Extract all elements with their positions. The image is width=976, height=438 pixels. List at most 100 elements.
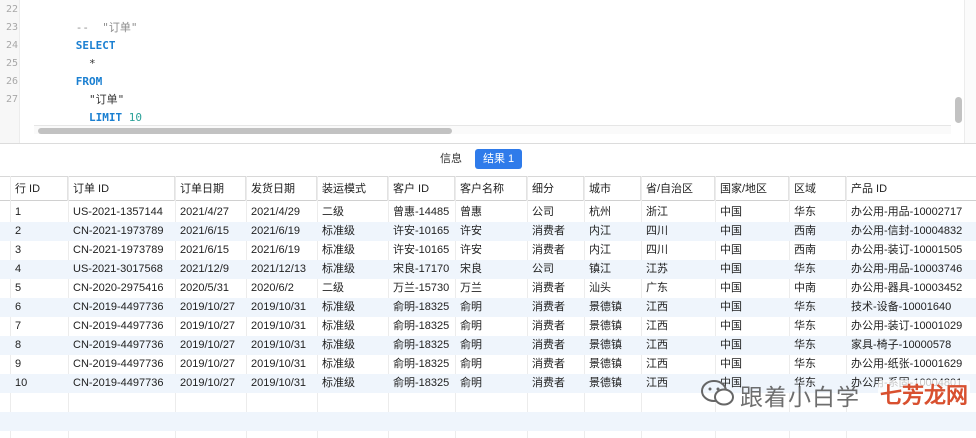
cell-ship-date[interactable]: 2020/6/2 [246, 279, 317, 298]
cell-order-id[interactable]: CN-2019-4497736 [68, 374, 175, 393]
cell-city[interactable]: 杭州 [584, 203, 641, 222]
cell-order-id[interactable]: CN-2020-2975416 [68, 279, 175, 298]
cell-country[interactable]: 中国 [715, 222, 789, 241]
cell-segment[interactable]: 消费者 [527, 279, 584, 298]
cell-order-id[interactable]: CN-2019-4497736 [68, 336, 175, 355]
cell-ship-mode[interactable]: 标准级 [317, 317, 388, 336]
cell-country[interactable]: 中国 [715, 279, 789, 298]
cell-ship-date[interactable]: 2019/10/31 [246, 355, 317, 374]
cell-row-id[interactable]: 8 [10, 336, 68, 355]
code-line[interactable]: LIMIT 10 [36, 91, 142, 124]
cell-province[interactable]: 江西 [641, 336, 715, 355]
cell-ship-mode[interactable]: 标准级 [317, 222, 388, 241]
table-row[interactable]: 9 CN-2019-4497736 2019/10/27 2019/10/31 标准级俞… [0, 355, 976, 374]
table-row[interactable]: 1 US-2021-1357144 2021/4/27 2021/4/29 二级 曾惠-1… [0, 203, 976, 222]
cell-customer-name[interactable]: 许安 [455, 241, 527, 260]
cell-row-id[interactable]: 7 [10, 317, 68, 336]
cell-order-date[interactable]: 2019/10/27 [175, 317, 246, 336]
column-header-ship-mode[interactable]: 装运模式 [317, 177, 388, 201]
cell-order-date[interactable]: 2021/6/15 [175, 222, 246, 241]
cell-province[interactable]: 江西 [641, 355, 715, 374]
cell-ship-date[interactable]: 2019/10/31 [246, 317, 317, 336]
cell-ship-mode[interactable]: 二级 [317, 279, 388, 298]
cell-ship-mode[interactable]: 标准级 [317, 355, 388, 374]
code-line[interactable]: * [36, 37, 96, 70]
cell-segment[interactable]: 消费者 [527, 298, 584, 317]
cell-customer-name[interactable]: 宋良 [455, 260, 527, 279]
cell-province[interactable]: 江苏 [641, 260, 715, 279]
cell-order-id[interactable]: CN-2021-1973789 [68, 241, 175, 260]
sql-editor[interactable]: 22 23 24 25 26 27 -- "订单" SELECT * FROM … [0, 0, 976, 143]
cell-row-id[interactable]: 10 [10, 374, 68, 393]
cell-province[interactable]: 广东 [641, 279, 715, 298]
cell-segment[interactable]: 消费者 [527, 355, 584, 374]
column-header-row-id[interactable]: 行 ID [10, 177, 68, 201]
cell-product-id[interactable]: 办公用-装订-10001029 [846, 317, 976, 336]
cell-product-id[interactable]: 办公用-装订-10001505 [846, 241, 976, 260]
cell-country[interactable]: 中国 [715, 203, 789, 222]
cell-row-id[interactable]: 2 [10, 222, 68, 241]
cell-region[interactable]: 西南 [789, 222, 846, 241]
cell-city[interactable]: 景德镇 [584, 336, 641, 355]
cell-segment[interactable]: 公司 [527, 260, 584, 279]
code-line[interactable]: FROM [36, 55, 103, 88]
cell-region[interactable]: 西南 [789, 241, 846, 260]
horizontal-scrollbar-thumb[interactable] [38, 128, 452, 134]
code-line[interactable]: SELECT [36, 19, 116, 52]
cell-ship-mode[interactable]: 二级 [317, 203, 388, 222]
cell-row-id[interactable]: 9 [10, 355, 68, 374]
cell-ship-mode[interactable]: 标准级 [317, 336, 388, 355]
cell-customer-id[interactable]: 宋良-17170 [388, 260, 455, 279]
cell-customer-id[interactable]: 许安-10165 [388, 241, 455, 260]
cell-row-id[interactable]: 1 [10, 203, 68, 222]
table-row[interactable]: 4 US-2021-3017568 2021/12/9 2021/12/13 标准级 宋良… [0, 260, 976, 279]
cell-product-id[interactable]: 办公用-信封-10004832 [846, 222, 976, 241]
cell-customer-id[interactable]: 万兰-15730 [388, 279, 455, 298]
cell-province[interactable]: 浙江 [641, 203, 715, 222]
cell-row-id[interactable]: 3 [10, 241, 68, 260]
cell-order-id[interactable]: US-2021-1357144 [68, 203, 175, 222]
table-row[interactable]: 5 CN-2020-2975416 2020/5/31 2020/6/2 二级 万兰-15… [0, 279, 976, 298]
cell-country[interactable]: 中国 [715, 298, 789, 317]
cell-customer-id[interactable]: 俞明-18325 [388, 355, 455, 374]
table-row[interactable]: 6 CN-2019-4497736 2019/10/27 2019/10/31 标准级俞… [0, 298, 976, 317]
cell-product-id[interactable]: 技术-设备-10001640 [846, 298, 976, 317]
cell-customer-id[interactable]: 俞明-18325 [388, 336, 455, 355]
column-header-province[interactable]: 省/自治区 [641, 177, 715, 201]
table-row[interactable]: 7 CN-2019-4497736 2019/10/27 2019/10/31 标准级俞… [0, 317, 976, 336]
code-line[interactable]: "订单" [36, 73, 124, 106]
column-header-country[interactable]: 国家/地区 [715, 177, 789, 201]
cell-ship-mode[interactable]: 标准级 [317, 374, 388, 393]
cell-region[interactable]: 华东 [789, 260, 846, 279]
cell-region[interactable]: 华东 [789, 298, 846, 317]
cell-country[interactable]: 中国 [715, 317, 789, 336]
cell-order-date[interactable]: 2019/10/27 [175, 336, 246, 355]
cell-customer-id[interactable]: 曾惠-14485 [388, 203, 455, 222]
code-line[interactable]: -- "订单" [36, 1, 138, 34]
cell-province[interactable]: 江西 [641, 317, 715, 336]
cell-segment[interactable]: 消费者 [527, 222, 584, 241]
tab-info[interactable]: 信息 [432, 149, 470, 169]
table-row[interactable]: 2 CN-2021-1973789 2021/6/15 2021/6/19 标准级 许安-… [0, 222, 976, 241]
cell-product-id[interactable]: 办公用-器具-10003452 [846, 279, 976, 298]
cell-ship-date[interactable]: 2019/10/31 [246, 374, 317, 393]
code-area[interactable]: -- "订单" SELECT * FROM "订单" LIMIT 10 [36, 0, 936, 124]
cell-order-date[interactable]: 2021/12/9 [175, 260, 246, 279]
cell-region[interactable]: 华东 [789, 355, 846, 374]
cell-country[interactable]: 中国 [715, 260, 789, 279]
cell-country[interactable]: 中国 [715, 355, 789, 374]
cell-customer-name[interactable]: 俞明 [455, 355, 527, 374]
cell-order-id[interactable]: CN-2019-4497736 [68, 317, 175, 336]
column-header-product-id[interactable]: 产品 ID [846, 177, 976, 201]
vertical-scrollbar-thumb[interactable] [955, 97, 962, 123]
cell-order-id[interactable]: CN-2019-4497736 [68, 298, 175, 317]
cell-order-date[interactable]: 2021/4/27 [175, 203, 246, 222]
cell-product-id[interactable]: 办公用-纸张-10001629 [846, 355, 976, 374]
cell-region[interactable]: 华东 [789, 336, 846, 355]
column-header-ship-date[interactable]: 发货日期 [246, 177, 317, 201]
cell-order-date[interactable]: 2021/6/15 [175, 241, 246, 260]
cell-customer-name[interactable]: 俞明 [455, 374, 527, 393]
cell-customer-id[interactable]: 俞明-18325 [388, 317, 455, 336]
cell-city[interactable]: 景德镇 [584, 355, 641, 374]
cell-customer-name[interactable]: 曾惠 [455, 203, 527, 222]
